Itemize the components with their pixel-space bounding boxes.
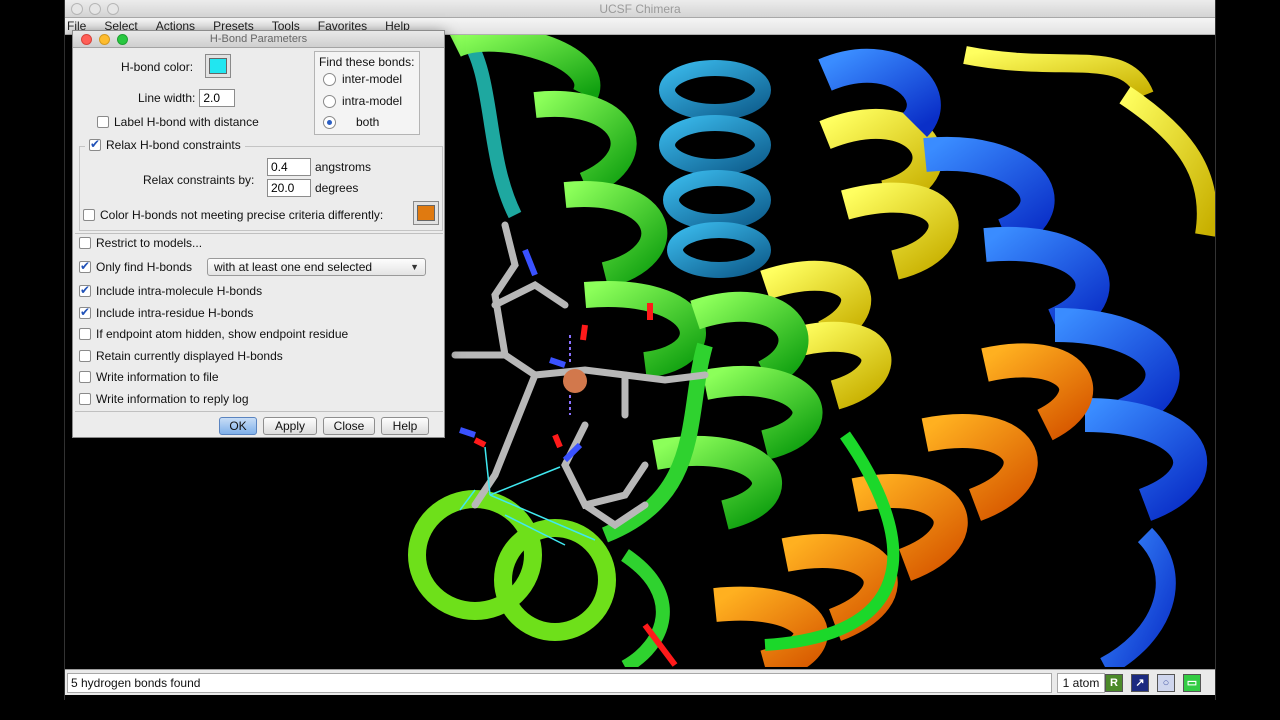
relax-distance-unit: angstroms [315,160,372,174]
pointer-mode-icon[interactable]: ↗ [1131,674,1149,692]
radio-intra-model[interactable]: intra-model [323,94,402,108]
relax-by-label: Relax constraints by: [143,173,255,187]
relax-distance-row: angstroms [267,158,371,176]
close-button[interactable]: Close [323,417,375,435]
relax-distance-input[interactable] [267,158,311,176]
hbond-color-label: H-bond color: [121,60,194,74]
relax-angle-input[interactable] [267,179,311,197]
relax-constraints-checkbox[interactable] [89,137,101,151]
main-window-title: UCSF Chimera [599,2,681,16]
helix-teal [659,60,771,278]
divider [75,233,443,234]
radio-inter-model[interactable]: inter-model [323,72,402,86]
both-radio[interactable] [323,115,336,129]
command-line-icon[interactable]: ▭ [1183,674,1201,692]
write-log-label: Write information to reply log [96,392,249,406]
endpoint-hidden-row[interactable]: If endpoint atom hidden, show endpoint r… [79,327,348,341]
intra-model-radio[interactable] [323,94,336,108]
relax-constraints-label: Relax H-bond constraints [106,138,241,152]
apply-button[interactable]: Apply [263,417,317,435]
find-bonds-group: Find these bonds: inter-model intra-mode… [314,51,420,135]
radio-both[interactable]: both [323,115,379,129]
only-find-row[interactable]: Only find H-bonds [79,259,193,274]
button-divider [75,411,443,412]
intra-molecule-label: Include intra-molecule H-bonds [96,284,263,298]
label-distance-row[interactable]: Label H-bond with distance [97,115,259,129]
write-file-label: Write information to file [96,370,219,384]
statusbar: 5 hydrogen bonds found 1 atom R ↗ ○ ▭ [65,669,1215,695]
hbond-color-swatch [209,58,227,74]
only-find-label: Only find H-bonds [96,260,193,274]
dialog-titlebar: H-Bond Parameters [73,31,444,48]
write-file-row[interactable]: Write information to file [79,370,219,384]
criteria-color-swatch [417,205,435,221]
line-width-input[interactable] [199,89,236,107]
only-find-select[interactable]: with at least one end selected ▼ [207,258,426,276]
intra-residue-label: Include intra-residue H-bonds [96,306,254,320]
inter-model-radio[interactable] [323,72,336,86]
both-label: both [356,115,380,129]
dialog-title: H-Bond Parameters [209,33,308,45]
selection-inspector-icon[interactable]: R [1105,674,1123,692]
only-find-checkbox[interactable] [79,259,91,273]
ok-button[interactable]: OK [219,417,257,435]
write-log-checkbox[interactable] [79,393,91,405]
restrict-models-label: Restrict to models... [96,236,203,250]
restrict-models-row[interactable]: Restrict to models... [79,236,202,250]
chevron-down-icon: ▼ [410,262,419,272]
restrict-models-checkbox[interactable] [79,237,91,249]
relax-angle-unit: degrees [315,181,359,195]
line-width-row: Line width: [138,89,236,107]
hbond-color-well[interactable] [205,54,231,78]
intra-residue-row[interactable]: Include intra-residue H-bonds [79,305,254,320]
relax-angle-row: degrees [267,179,358,197]
iron-atom [563,369,587,393]
line-width-label: Line width: [138,91,196,105]
color-differently-checkbox[interactable] [83,209,95,221]
hbond-color-row: H-bond color: [121,60,193,74]
selection-atom-count[interactable]: 1 atom [1057,673,1105,693]
only-find-selected-option: with at least one end selected [214,260,373,274]
endpoint-hidden-label: If endpoint atom hidden, show endpoint r… [96,327,349,341]
write-log-row[interactable]: Write information to reply log [79,392,249,406]
label-distance-checkbox[interactable] [97,116,109,128]
intra-model-label: intra-model [342,94,403,108]
label-distance-label: Label H-bond with distance [114,115,259,129]
relax-constraints-row[interactable]: Relax H-bond constraints [85,137,245,152]
status-message: 5 hydrogen bonds found [67,673,1052,693]
write-file-checkbox[interactable] [79,371,91,383]
criteria-color-well[interactable] [413,201,439,225]
main-titlebar: UCSF Chimera [65,0,1215,18]
retain-row[interactable]: Retain currently displayed H-bonds [79,349,283,363]
helix-orange [713,343,1094,667]
screen: UCSF Chimera File Select Actions Presets… [0,0,1280,720]
intra-residue-checkbox[interactable] [79,305,91,319]
endpoint-hidden-checkbox[interactable] [79,328,91,340]
info-icon[interactable]: ○ [1157,674,1175,692]
color-differently-row[interactable]: Color H-bonds not meeting precise criter… [83,208,383,222]
inter-model-label: inter-model [342,72,403,86]
color-differently-label: Color H-bonds not meeting precise criter… [100,208,384,222]
retain-checkbox[interactable] [79,350,91,362]
retain-label: Retain currently displayed H-bonds [96,349,283,363]
intra-molecule-checkbox[interactable] [79,283,91,297]
find-bonds-title: Find these bonds: [319,55,415,69]
hbond-parameters-dialog: H-Bond Parameters H-bond color: Line wid… [72,30,445,438]
help-button[interactable]: Help [381,417,429,435]
intra-molecule-row[interactable]: Include intra-molecule H-bonds [79,283,263,298]
